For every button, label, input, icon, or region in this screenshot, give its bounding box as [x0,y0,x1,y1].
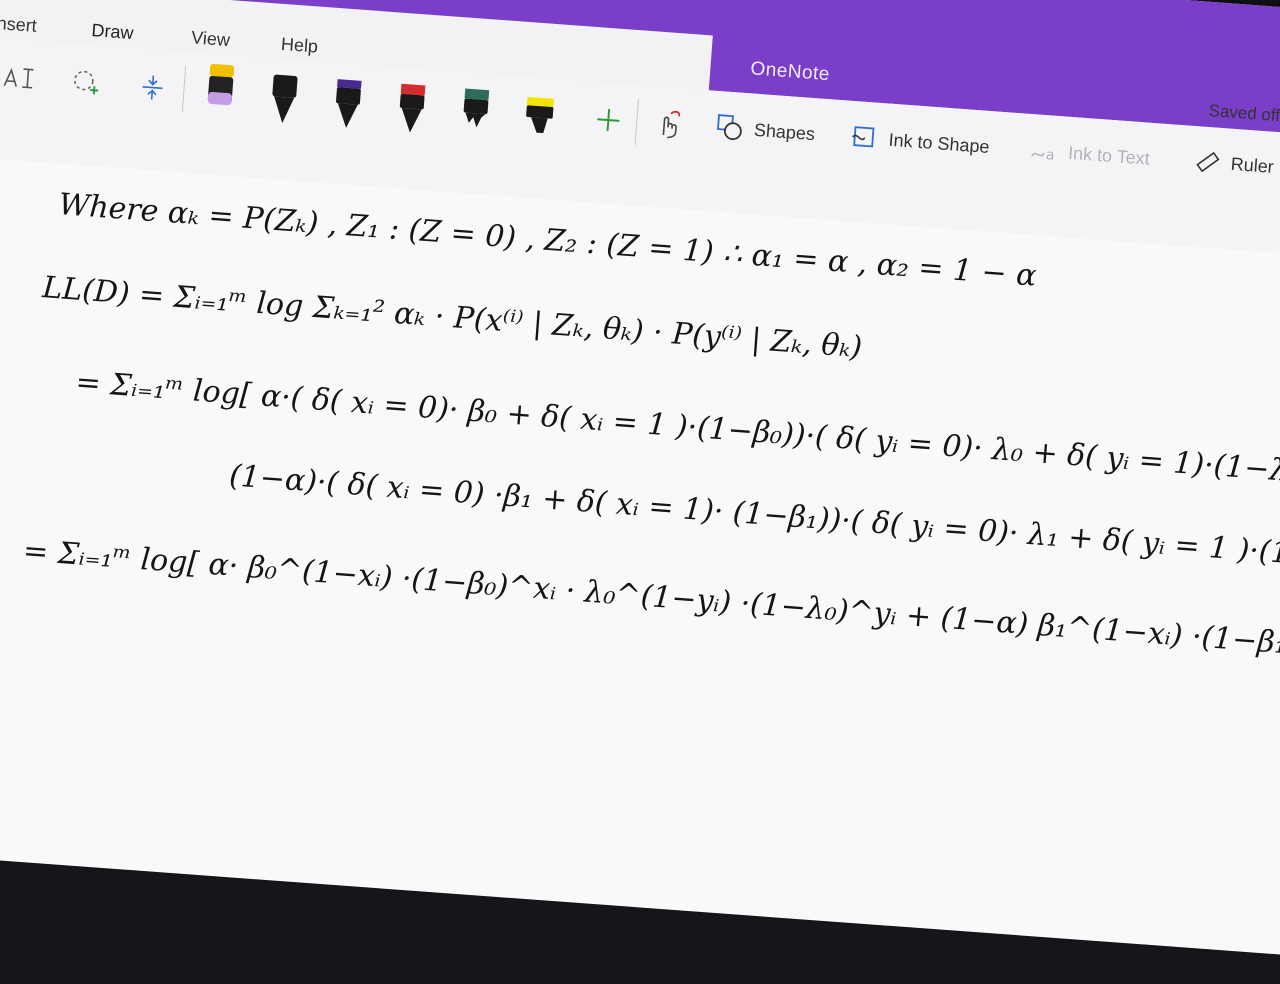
ruler-label: Ruler [1230,153,1275,177]
insert-space-icon[interactable] [131,66,174,109]
pen-black-icon[interactable] [267,66,301,130]
onenote-window: OneNote Insert Draw View Help Shapes Ink… [0,0,1280,957]
lasso-select-icon[interactable] [64,61,107,104]
shapes-label: Shapes [753,119,816,144]
tab-insert[interactable]: Insert [0,13,37,37]
ink-line-2: LL(D) = Σᵢ₌₁ᵐ log Σₖ₌₁² αₖ · P(x⁽ⁱ⁾ | Zₖ… [41,270,864,366]
highlighter-yellow-icon[interactable] [522,85,556,149]
tab-help[interactable]: Help [280,34,318,58]
ink-to-text-button[interactable]: a Ink to Text [1029,136,1150,173]
pen-red-icon[interactable] [395,76,429,140]
tab-view[interactable]: View [190,27,231,51]
ink-to-shape-icon [852,126,875,148]
pen-purple-icon[interactable] [331,71,365,135]
shapes-icon [717,114,742,141]
ink-to-shape-button[interactable]: Ink to Shape [850,123,991,161]
ink-line-5: = Σᵢ₌₁ᵐ log[ α· β₀^(1−xᵢ) ·(1−β₀)^xᵢ · λ… [21,533,1280,692]
tab-draw[interactable]: Draw [91,20,134,44]
shapes-button[interactable]: Shapes [715,113,816,148]
ruler-icon [1196,151,1220,173]
text-mode-icon[interactable] [0,56,41,99]
svg-text:a: a [1045,147,1055,164]
pen-lilac-icon[interactable] [203,62,237,126]
pen-teal-icon[interactable] [458,80,492,144]
ink-to-shape-label: Ink to Shape [887,129,991,157]
ruler-button[interactable]: Ruler [1194,148,1275,180]
ink-to-text-label: Ink to Text [1067,142,1151,169]
add-pen-icon[interactable] [590,102,626,138]
note-canvas[interactable]: Where αₖ = P(Zₖ) , Z₁ : (Z = 0) , Z₂ : (… [0,154,1280,957]
app-title: OneNote [749,58,831,86]
ink-to-text-icon: a [1031,147,1055,164]
touch-draw-icon[interactable] [650,104,689,143]
